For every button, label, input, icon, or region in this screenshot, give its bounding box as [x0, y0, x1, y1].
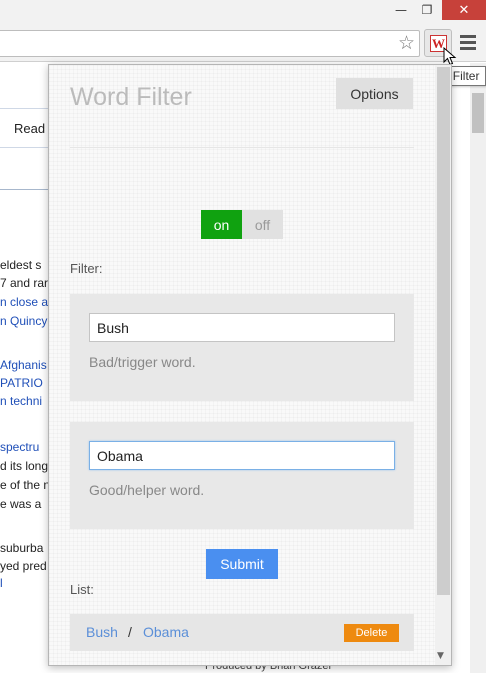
address-bar[interactable]: ☆ [0, 30, 420, 57]
list-label: List: [70, 582, 94, 597]
page-scrollbar-thumb[interactable] [472, 93, 484, 133]
page-text-line[interactable]: PATRIO [0, 376, 43, 390]
toggle-on-option[interactable]: on [201, 210, 242, 239]
on-off-toggle[interactable]: on off [201, 210, 283, 239]
read-tab[interactable]: Read [0, 108, 48, 148]
page-text-line[interactable]: spectru [0, 440, 39, 454]
popup-title: Word Filter [70, 83, 192, 111]
page-text-line[interactable]: Afghanis [0, 358, 47, 372]
restore-button[interactable]: ❐ [414, 0, 440, 20]
page-text-line: eldest s [0, 258, 42, 272]
page-text-line[interactable]: n techni [0, 394, 42, 408]
toggle-off-option[interactable]: off [242, 210, 283, 239]
good-word-hint: Good/helper word. [89, 482, 205, 498]
page-text-line: 7 and rar [0, 276, 49, 290]
bad-word-box: Bad/trigger word. [70, 294, 414, 401]
delete-button[interactable]: Delete [344, 624, 399, 642]
list-item: Bush / Obama Delete [70, 614, 414, 651]
good-word-box: Good/helper word. [70, 422, 414, 529]
window-titlebar: — ❐ ✕ [0, 0, 486, 26]
popup-scrollbar[interactable]: ▼ [435, 65, 451, 665]
scroll-down-arrow-icon[interactable]: ▼ [437, 651, 444, 661]
page-text-line[interactable]: n close a [0, 295, 48, 309]
list-separator: / [128, 624, 132, 640]
bad-word-input[interactable] [89, 313, 395, 342]
browser-toolbar: ☆ W [0, 26, 486, 62]
page-text-line: suburba [0, 541, 44, 555]
page-text-line: e was a [0, 497, 42, 511]
title-divider [70, 147, 414, 148]
popup-scrollbar-thumb[interactable] [437, 67, 450, 595]
filter-label: Filter: [70, 261, 103, 276]
list-bad-word-link[interactable]: Bush [86, 624, 118, 640]
page-text-line[interactable]: n Quincy [0, 314, 47, 328]
bookmark-star-icon[interactable]: ☆ [398, 32, 415, 54]
page-text-line: d its long [0, 459, 49, 473]
bad-word-hint: Bad/trigger word. [89, 354, 196, 370]
list-good-word-link[interactable]: Obama [143, 624, 189, 640]
minimize-button[interactable]: — [388, 0, 414, 20]
good-word-input[interactable] [89, 441, 395, 470]
page-text-line: e of the n [0, 478, 51, 492]
page-scrollbar[interactable] [470, 63, 486, 673]
word-filter-popup: Word Filter Options on off Filter: Bad/t… [48, 64, 452, 666]
page-text-line: yed pred [0, 559, 47, 573]
chrome-menu-icon[interactable] [460, 35, 476, 53]
page-text-line[interactable]: l [0, 576, 3, 590]
options-button[interactable]: Options [336, 78, 413, 109]
submit-button[interactable]: Submit [206, 549, 278, 579]
close-window-button[interactable]: ✕ [442, 0, 486, 20]
divider [0, 189, 48, 190]
